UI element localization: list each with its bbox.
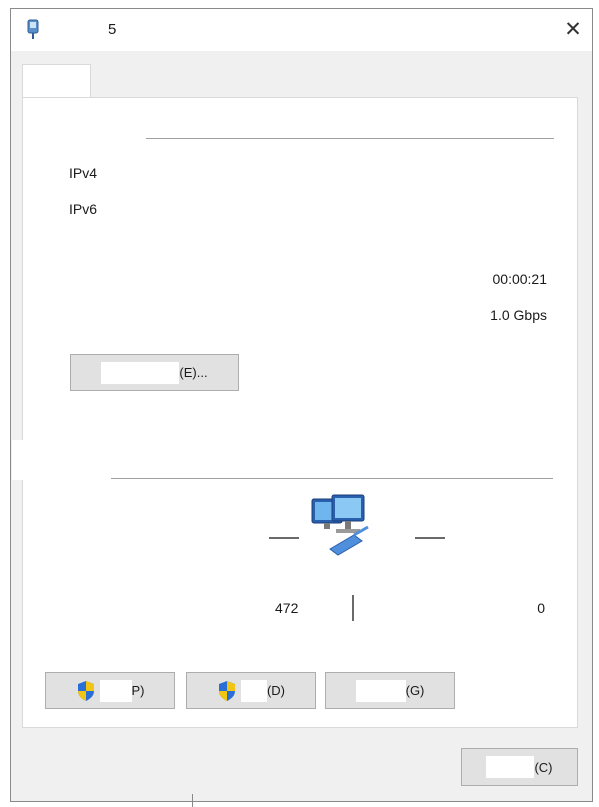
diagnose-button-label: (G) <box>405 683 425 698</box>
activity-group-line <box>111 478 553 479</box>
sent-dash <box>269 537 299 539</box>
disable-button[interactable]: (D) <box>186 672 316 709</box>
properties-button-label: P) <box>131 683 145 698</box>
ipv4-label: IPv4 <box>69 165 98 181</box>
uac-shield-icon <box>77 680 94 701</box>
bottom-line <box>192 794 193 807</box>
details-button-label: (E)... <box>179 365 208 380</box>
connection-group-line <box>146 138 554 139</box>
close-icon[interactable]: ✕ <box>560 17 586 43</box>
details-button[interactable]: (E)... <box>70 354 239 391</box>
status-dialog: 5 ✕ IPv4 IPv6 00:00:21 1.0 Gbps (E)... 4… <box>10 8 593 802</box>
title-bar: 5 ✕ <box>11 9 592 51</box>
sent-value: 472 <box>275 600 299 616</box>
redaction-patch <box>12 440 24 480</box>
received-value: 0 <box>537 600 545 616</box>
properties-button[interactable]: P) <box>45 672 175 709</box>
close-button-label: (C) <box>534 759 553 775</box>
uac-shield-icon <box>218 680 235 701</box>
received-dash <box>415 537 445 539</box>
ipv6-label: IPv6 <box>69 201 98 217</box>
tab-panel: IPv4 IPv6 00:00:21 1.0 Gbps (E)... 472 0… <box>22 97 578 728</box>
duration-value: 00:00:21 <box>492 271 548 287</box>
window-title: 5 <box>108 21 117 38</box>
close-button[interactable]: (C) <box>461 748 578 786</box>
disable-button-label: (D) <box>266 683 286 698</box>
network-adapter-icon <box>27 19 39 39</box>
activity-divider <box>352 595 354 621</box>
speed-value: 1.0 Gbps <box>490 307 547 323</box>
tab-general[interactable] <box>22 64 91 98</box>
network-computers-icon <box>311 494 369 556</box>
diagnose-button[interactable]: (G) <box>325 672 455 709</box>
